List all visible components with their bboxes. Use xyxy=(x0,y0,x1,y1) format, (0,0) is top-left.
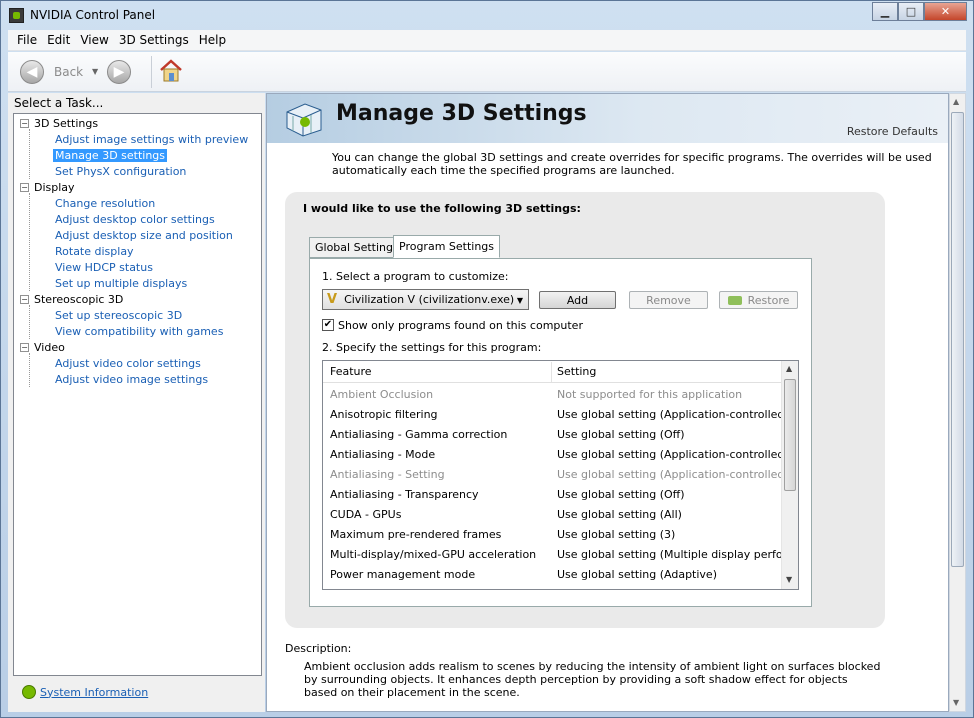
table-row[interactable]: Maximum pre-rendered frames Use global se… xyxy=(323,524,782,544)
tree-category-display[interactable]: − Display xyxy=(20,179,75,195)
nvidia-app-icon xyxy=(9,8,24,23)
window-title: NVIDIA Control Panel xyxy=(30,8,156,22)
back-button-label[interactable]: Back xyxy=(54,65,83,79)
close-button[interactable]: ✕ xyxy=(924,2,967,21)
description-label: Description: xyxy=(285,642,352,655)
task-rotate-display[interactable]: Rotate display xyxy=(55,243,134,259)
table-row[interactable]: Multi-display/mixed-GPU acceleration Use … xyxy=(323,544,797,564)
title-bar[interactable]: NVIDIA Control Panel ▁ □ ✕ xyxy=(1,1,973,30)
menu-view[interactable]: View xyxy=(75,33,113,47)
settings-panel: I would like to use the following 3D set… xyxy=(285,192,885,628)
civilization-icon: V xyxy=(327,292,338,307)
task-sidebar: Select a Task... −3D Settings Adjust ima… xyxy=(8,93,265,712)
task-setup-stereo[interactable]: Set up stereoscopic 3D xyxy=(55,307,182,323)
table-row[interactable]: Antialiasing - Gamma correction Use globa… xyxy=(323,424,782,444)
remove-button[interactable]: Remove xyxy=(629,291,708,309)
grid-scroll-thumb[interactable] xyxy=(784,379,796,491)
system-info-icon xyxy=(22,685,36,699)
restore-button[interactable]: Restore xyxy=(719,291,798,309)
task-game-compat[interactable]: View compatibility with games xyxy=(55,323,223,339)
table-row[interactable]: Antialiasing - Transparency Use global se… xyxy=(323,484,782,504)
task-video-color[interactable]: Adjust video color settings xyxy=(55,355,201,371)
minimize-button[interactable]: ▁ xyxy=(872,2,898,21)
toolbar: ◀ Back ▼ ▶ xyxy=(8,52,966,92)
select-task-heading: Select a Task... xyxy=(14,96,104,110)
system-information-link[interactable]: System Information xyxy=(40,686,148,699)
grid-scrollbar[interactable]: ▲ ▼ xyxy=(781,361,798,589)
step1-label: 1. Select a program to customize: xyxy=(322,270,509,283)
restore-defaults-link[interactable]: Restore Defaults xyxy=(847,125,938,138)
main-scrollbar[interactable]: ▲ ▼ xyxy=(949,93,966,712)
task-adjust-image-settings[interactable]: Adjust image settings with preview xyxy=(55,131,248,147)
main-scroll-thumb[interactable] xyxy=(951,112,964,567)
system-information[interactable]: System Information xyxy=(22,685,148,699)
nvidia-icon xyxy=(727,295,742,305)
table-row[interactable]: Power management mode Use global setting … xyxy=(323,564,782,584)
tab-program-settings[interactable]: Program Settings xyxy=(393,235,501,258)
program-settings-page: 1. Select a program to customize: V Civi… xyxy=(309,258,812,607)
table-row[interactable]: Anisotropic filtering Use global setting … xyxy=(323,404,789,424)
history-dropdown-icon[interactable]: ▼ xyxy=(92,67,98,76)
app-window: NVIDIA Control Panel ▁ □ ✕ File Edit Vie… xyxy=(0,0,974,718)
forward-arrow-icon[interactable]: ▶ xyxy=(107,60,131,84)
program-select-value: Civilization V (civilizationv.exe) xyxy=(344,293,515,306)
tree-category-video[interactable]: − Video xyxy=(20,339,65,355)
menu-help[interactable]: Help xyxy=(194,33,231,47)
menu-file[interactable]: File xyxy=(12,33,42,47)
grid-header: Feature Setting xyxy=(323,361,782,383)
task-multiple-displays[interactable]: Set up multiple displays xyxy=(55,275,187,291)
add-button[interactable]: Add xyxy=(539,291,616,309)
tree-category-stereoscopic[interactable]: − Stereoscopic 3D xyxy=(20,291,123,307)
scroll-up-icon[interactable]: ▲ xyxy=(953,97,959,106)
task-video-image[interactable]: Adjust video image settings xyxy=(55,371,208,387)
page-banner: Manage 3D Settings Restore Defaults xyxy=(267,94,948,143)
description-text: Ambient occlusion adds realism to scenes… xyxy=(304,660,881,699)
scroll-down-icon[interactable]: ▼ xyxy=(953,698,959,707)
table-row[interactable]: Antialiasing - Setting Use global setting… xyxy=(323,464,789,484)
table-row[interactable]: Ambient Occlusion Not supported for this … xyxy=(323,384,782,404)
home-icon[interactable] xyxy=(158,58,184,84)
column-setting[interactable]: Setting xyxy=(557,365,596,378)
scroll-up-icon[interactable]: ▲ xyxy=(786,364,792,373)
table-row[interactable]: CUDA - GPUs Use global setting (All) xyxy=(323,504,782,524)
intro-text: You can change the global 3D settings an… xyxy=(332,151,932,177)
scroll-down-icon[interactable]: ▼ xyxy=(786,575,792,584)
settings-grid: Feature Setting Ambient Occlusion Not sup… xyxy=(322,360,799,590)
tree-category-3d-settings[interactable]: −3D Settings xyxy=(20,115,98,131)
tab-global-settings[interactable]: Global Settings xyxy=(309,237,405,258)
3d-cube-icon xyxy=(286,103,322,137)
main-content: Manage 3D Settings Restore Defaults You … xyxy=(266,93,949,712)
maximize-button[interactable]: □ xyxy=(898,2,924,21)
menu-3d-settings[interactable]: 3D Settings xyxy=(114,33,194,47)
task-change-resolution[interactable]: Change resolution xyxy=(55,195,155,211)
table-row[interactable]: Antialiasing - Mode Use global setting (A… xyxy=(323,444,789,464)
task-desktop-color[interactable]: Adjust desktop color settings xyxy=(55,211,215,227)
task-desktop-size[interactable]: Adjust desktop size and position xyxy=(55,227,233,243)
show-only-found-checkbox[interactable]: ✔ xyxy=(322,319,334,331)
menu-edit[interactable]: Edit xyxy=(42,33,75,47)
restore-button-label: Restore xyxy=(747,293,790,307)
task-set-physx[interactable]: Set PhysX configuration xyxy=(55,163,186,179)
page-title: Manage 3D Settings xyxy=(336,101,587,126)
column-feature[interactable]: Feature xyxy=(330,365,372,378)
chevron-down-icon: ▼ xyxy=(516,296,523,305)
task-tree: −3D Settings Adjust image settings with … xyxy=(13,113,262,676)
toolbar-separator xyxy=(151,56,152,88)
step2-label: 2. Specify the settings for this program… xyxy=(322,341,542,354)
task-manage-3d-settings[interactable]: Manage 3D settings xyxy=(53,147,168,163)
task-hdcp-status[interactable]: View HDCP status xyxy=(55,259,153,275)
panel-heading: I would like to use the following 3D set… xyxy=(303,202,581,215)
menu-bar: File Edit View 3D Settings Help xyxy=(8,30,966,51)
program-select[interactable]: V Civilization V (civilizationv.exe) ▼ xyxy=(322,289,529,310)
back-arrow-icon[interactable]: ◀ xyxy=(20,60,44,84)
show-only-found-label[interactable]: Show only programs found on this compute… xyxy=(338,319,583,332)
